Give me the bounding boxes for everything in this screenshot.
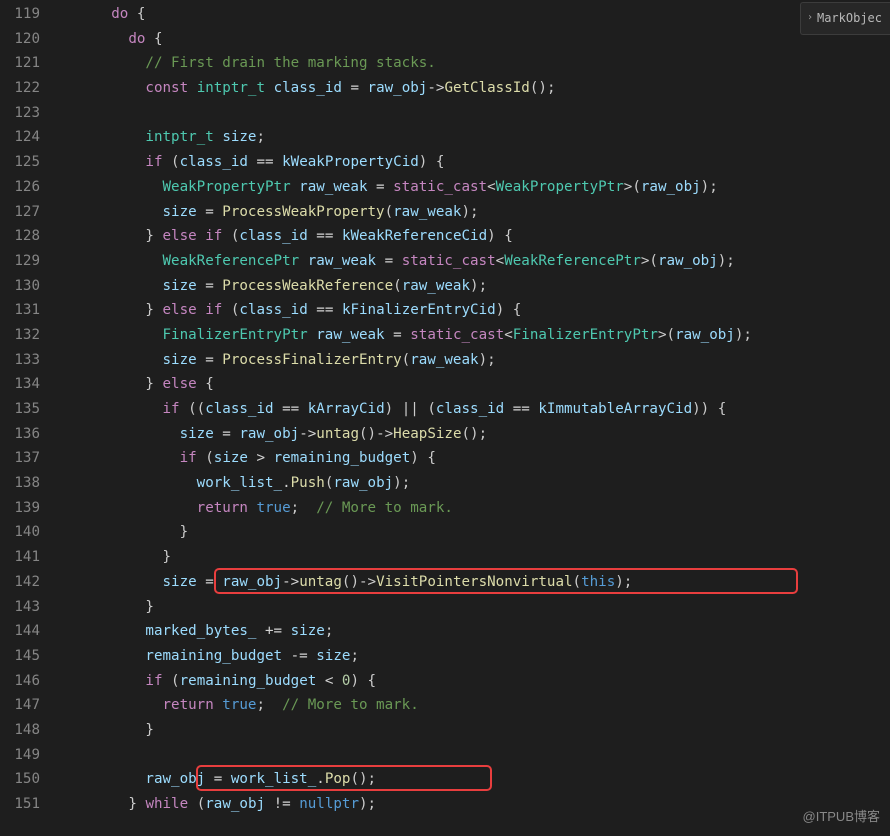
line-number: 132 [0, 323, 40, 348]
line-number: 137 [0, 446, 40, 471]
line-number: 127 [0, 200, 40, 225]
code-line[interactable] [60, 101, 890, 126]
code-line[interactable]: do { [60, 27, 890, 52]
code-line[interactable]: } [60, 595, 890, 620]
line-number: 146 [0, 669, 40, 694]
code-line[interactable]: size = ProcessWeakReference(raw_weak); [60, 274, 890, 299]
line-number: 128 [0, 224, 40, 249]
code-line[interactable]: raw_obj = work_list_.Pop(); [60, 767, 890, 792]
line-number: 126 [0, 175, 40, 200]
line-number: 131 [0, 298, 40, 323]
code-line[interactable]: } else if (class_id == kFinalizerEntryCi… [60, 298, 890, 323]
code-line[interactable]: size = ProcessFinalizerEntry(raw_weak); [60, 348, 890, 373]
code-line[interactable]: if (class_id == kWeakPropertyCid) { [60, 150, 890, 175]
line-number: 129 [0, 249, 40, 274]
code-line[interactable]: } [60, 718, 890, 743]
line-number: 140 [0, 520, 40, 545]
line-number: 130 [0, 274, 40, 299]
code-line[interactable]: remaining_budget -= size; [60, 644, 890, 669]
code-line[interactable]: FinalizerEntryPtr raw_weak = static_cast… [60, 323, 890, 348]
code-line[interactable]: do { [60, 2, 890, 27]
watermark: @ITPUB博客 [803, 805, 880, 830]
code-line[interactable]: } else { [60, 372, 890, 397]
code-line[interactable]: WeakReferencePtr raw_weak = static_cast<… [60, 249, 890, 274]
line-number: 135 [0, 397, 40, 422]
breadcrumb-peek[interactable]: › MarkObjec [800, 2, 890, 35]
code-line[interactable]: marked_bytes_ += size; [60, 619, 890, 644]
code-editor: 1191201211221231241251261271281291301311… [0, 0, 890, 836]
line-number: 144 [0, 619, 40, 644]
code-line[interactable]: work_list_.Push(raw_obj); [60, 471, 890, 496]
line-number: 143 [0, 595, 40, 620]
line-number: 145 [0, 644, 40, 669]
code-line[interactable]: size = raw_obj->untag()->VisitPointersNo… [60, 570, 890, 595]
code-line[interactable]: return true; // More to mark. [60, 496, 890, 521]
line-number: 138 [0, 471, 40, 496]
line-number: 124 [0, 125, 40, 150]
line-number: 148 [0, 718, 40, 743]
line-number: 139 [0, 496, 40, 521]
code-line[interactable]: return true; // More to mark. [60, 693, 890, 718]
chevron-right-icon: › [807, 6, 813, 31]
line-number: 147 [0, 693, 40, 718]
code-line[interactable]: if (size > remaining_budget) { [60, 446, 890, 471]
peek-label: MarkObjec [817, 6, 882, 31]
code-line[interactable]: WeakPropertyPtr raw_weak = static_cast<W… [60, 175, 890, 200]
line-number: 119 [0, 2, 40, 27]
line-number: 134 [0, 372, 40, 397]
line-number: 121 [0, 51, 40, 76]
code-line[interactable]: size = raw_obj->untag()->HeapSize(); [60, 422, 890, 447]
code-line[interactable]: } [60, 520, 890, 545]
line-number: 141 [0, 545, 40, 570]
line-number: 136 [0, 422, 40, 447]
code-line[interactable]: if ((class_id == kArrayCid) || (class_id… [60, 397, 890, 422]
code-line[interactable]: size = ProcessWeakProperty(raw_weak); [60, 200, 890, 225]
line-number: 120 [0, 27, 40, 52]
code-line[interactable] [60, 743, 890, 768]
line-number: 142 [0, 570, 40, 595]
line-number: 149 [0, 743, 40, 768]
code-area[interactable]: do { do { // First drain the marking sta… [60, 0, 890, 836]
line-number: 150 [0, 767, 40, 792]
code-line[interactable]: } while (raw_obj != nullptr); [60, 792, 890, 817]
line-number: 133 [0, 348, 40, 373]
line-number: 122 [0, 76, 40, 101]
code-line[interactable]: // First drain the marking stacks. [60, 51, 890, 76]
line-number: 151 [0, 792, 40, 817]
code-line[interactable]: } [60, 545, 890, 570]
line-number: 125 [0, 150, 40, 175]
code-line[interactable]: } else if (class_id == kWeakReferenceCid… [60, 224, 890, 249]
line-number-gutter: 1191201211221231241251261271281291301311… [0, 0, 60, 836]
line-number: 123 [0, 101, 40, 126]
code-line[interactable]: if (remaining_budget < 0) { [60, 669, 890, 694]
code-line[interactable]: const intptr_t class_id = raw_obj->GetCl… [60, 76, 890, 101]
code-line[interactable]: intptr_t size; [60, 125, 890, 150]
